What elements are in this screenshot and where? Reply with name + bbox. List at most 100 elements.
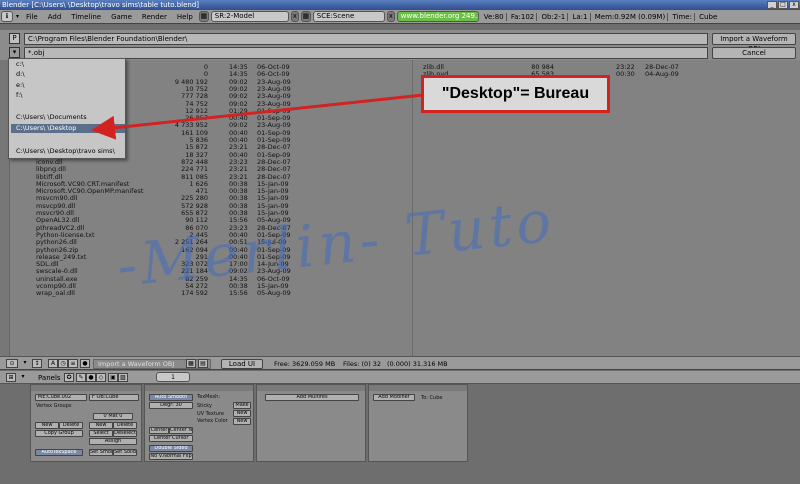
object-icon[interactable]: ◇ [96, 373, 106, 382]
stat-lamps: La:1 [570, 12, 591, 21]
logic-icon[interactable]: ✪ [64, 373, 74, 382]
modifier-target-label: To: Cube [421, 395, 443, 401]
file-date: 05-Aug-09 [257, 289, 291, 298]
link-materials-panel: ME:Cube.002 F OB:Cube Vertex Groups 0 Ma… [30, 384, 142, 462]
screen-delete-icon[interactable]: x [290, 11, 299, 22]
uv-texture-new-button[interactable]: New [233, 410, 251, 417]
no-vnormal-flip-toggle[interactable]: No V.Normal Flip [149, 453, 193, 460]
menu-add[interactable]: Add [43, 10, 67, 24]
header-menu-icon[interactable]: ▾ [20, 359, 30, 368]
minimize-button[interactable]: _ [767, 1, 777, 9]
degr-field[interactable]: Degr: 30 [149, 402, 193, 409]
parent-directory-button[interactable]: P [9, 33, 20, 44]
sort-icon[interactable]: ↕ [32, 359, 42, 368]
material-index-field[interactable]: 0 Mat 0 [93, 413, 133, 420]
panels-label: Panels [38, 374, 61, 382]
sticky-make-button[interactable]: Make [233, 402, 251, 409]
directory-path-field[interactable]: C:\Program Files\Blender Foundation\Blen… [24, 33, 708, 45]
vertex-groups-label: Vertex Groups [36, 403, 72, 409]
drive-item[interactable]: C:\Users\ \Documents [11, 113, 125, 122]
collapse-menu-icon[interactable]: ▾ [14, 13, 21, 20]
auto-smooth-toggle[interactable]: Auto Smooth [149, 394, 193, 401]
buttons-window-header: ⊞ ▾ Panels ✪ ✎ ● ◇ ▣ ▨ 1 [0, 371, 800, 384]
scene-delete-icon[interactable]: x [386, 11, 395, 22]
hide-dot-files-icon[interactable]: ● [80, 359, 90, 368]
material-select-button[interactable]: Select [89, 430, 113, 437]
window-title: Blender [C:\Users\ \Desktop\travo sims\t… [2, 1, 199, 9]
stat-memory: Mem:0.92M (0.09M) [592, 12, 669, 21]
sort-alpha-icon[interactable]: A [48, 359, 58, 368]
menu-game[interactable]: Game [106, 10, 137, 24]
file-time: 00:30 [616, 70, 635, 79]
material-new-button[interactable]: New [89, 422, 113, 429]
info-icon[interactable]: ℹ [1, 11, 13, 22]
multires-panel: Add Multires [256, 384, 366, 462]
mesh-name-field[interactable]: ME:Cube.002 [35, 394, 87, 401]
buttons-window-type-icon[interactable]: ⊞ [6, 373, 16, 382]
material-deselect-button[interactable]: Deselect [113, 430, 137, 437]
drive-item[interactable] [11, 102, 125, 111]
drive-menu-icon[interactable]: ▾ [9, 47, 20, 58]
file-browser-header: P C:\Program Files\Blender Foundation\Bl… [0, 30, 800, 60]
drive-item[interactable]: d:\ [11, 70, 125, 79]
close-button[interactable]: x [789, 1, 799, 9]
vertex-color-label: Vertex Color [197, 418, 228, 424]
material-delete-button[interactable]: Delete [113, 422, 137, 429]
drive-item[interactable] [11, 135, 125, 144]
blender-website-badge[interactable]: www.blender.org 249.2 [396, 11, 479, 22]
stat-time: Time: [670, 12, 695, 21]
screen-browse-icon[interactable]: ▦ [198, 11, 209, 22]
window-title-bar: Blender [C:\Users\ \Desktop\travo sims\t… [0, 0, 800, 10]
sort-time-icon[interactable]: ◷ [58, 359, 68, 368]
double-sided-toggle[interactable]: Double Sided [149, 445, 193, 452]
maximize-button[interactable]: □ [778, 1, 788, 9]
center-new-button[interactable]: Center New [169, 427, 193, 434]
menu-file[interactable]: File [21, 10, 43, 24]
object-name-field[interactable]: F OB:Cube [89, 394, 139, 401]
vgroup-delete-button[interactable]: Delete [59, 422, 83, 429]
menu-timeline[interactable]: Timeline [66, 10, 106, 24]
menu-render[interactable]: Render [137, 10, 172, 24]
shading-icon[interactable]: ● [86, 373, 96, 382]
file-size: 174 592 [181, 289, 208, 298]
script-icon[interactable]: ✎ [76, 373, 86, 382]
frame-field[interactable]: 1 [156, 372, 190, 382]
add-multires-button[interactable]: Add Multires [265, 394, 359, 401]
file-name-field[interactable]: *.obj [24, 47, 708, 59]
panel-title [145, 385, 253, 391]
scene-icon[interactable]: ▨ [118, 373, 128, 382]
drive-item[interactable]: e:\ [11, 81, 125, 90]
material-assign-button[interactable]: Assign [89, 438, 137, 445]
center-cursor-button[interactable]: Center Cursor [149, 435, 193, 442]
window-type-icon[interactable]: ⊙ [6, 359, 18, 368]
filter-icon[interactable]: ▤ [198, 359, 208, 368]
buttons-window: ME:Cube.002 F OB:Cube Vertex Groups 0 Ma… [0, 384, 800, 484]
vertex-color-new-button[interactable]: New [233, 418, 251, 425]
scene-selector[interactable]: SCE:Scene [312, 11, 385, 22]
import-obj-button[interactable]: Import a Waveform OBJ [712, 33, 796, 53]
drive-item[interactable]: C:\Users\ \Desktop\travo sims\ [11, 147, 125, 156]
copy-group-button[interactable]: Copy Group [35, 430, 83, 437]
thumbnail-icon[interactable]: ▦ [186, 359, 196, 368]
add-modifier-button[interactable]: Add Modifier [373, 394, 415, 401]
cancel-button[interactable]: Cancel [712, 47, 796, 59]
set-solid-button[interactable]: Set Solid [113, 449, 137, 456]
set-smooth-button[interactable]: Set Smooth [89, 449, 113, 456]
load-ui-button[interactable]: Load UI [221, 359, 263, 369]
center-button[interactable]: Center [149, 427, 169, 434]
buttons-menu-icon[interactable]: ▾ [18, 373, 28, 382]
menu-help[interactable]: Help [172, 10, 198, 24]
file-row[interactable]: wrap_oal.dll 174 592 15:56 05-Aug-09 [12, 289, 410, 297]
drive-item[interactable]: c:\ [11, 60, 125, 69]
autotexspace-toggle[interactable]: AutoTexSpace [35, 449, 83, 456]
drive-item[interactable]: f:\ [11, 91, 125, 100]
vgroup-new-button[interactable]: New [35, 422, 59, 429]
file-browser-footer: ⊙ ▾ ↕ A ◷ ≡ ● Import a Waveform OBJ ▦ ▤ … [0, 356, 800, 370]
screen-selector[interactable]: SR:2-Model [210, 11, 289, 22]
scene-browse-icon[interactable]: ▦ [300, 11, 311, 22]
uv-texture-label: UV Texture [197, 411, 224, 417]
editing-icon[interactable]: ▣ [108, 373, 118, 382]
sort-size-icon[interactable]: ≡ [68, 359, 78, 368]
drive-item[interactable]: C:\Users\ \Desktop [11, 124, 125, 133]
modifiers-panel: Add Modifier To: Cube [368, 384, 468, 462]
